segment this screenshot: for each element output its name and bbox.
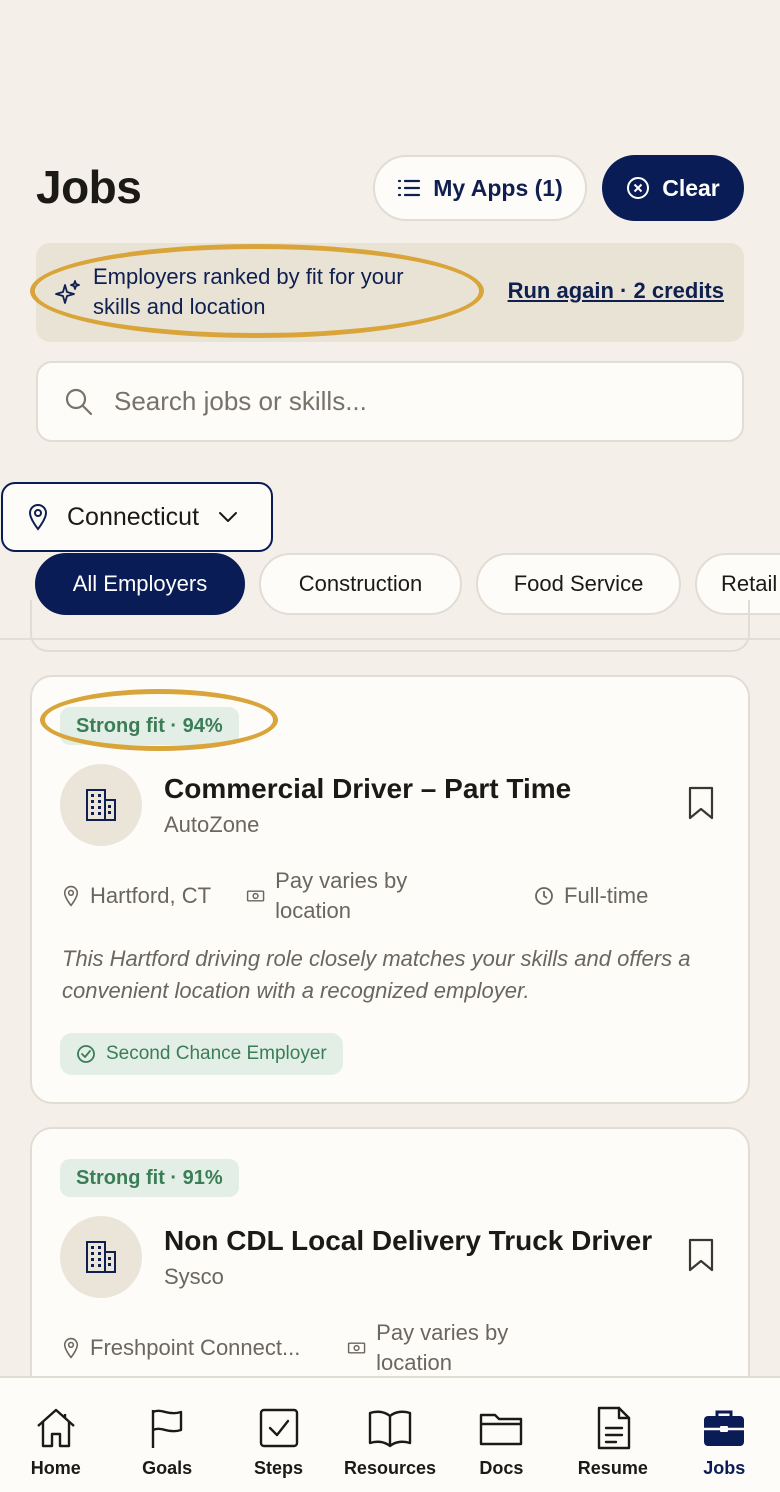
chevron-down-icon: [219, 512, 238, 522]
my-apps-button[interactable]: My Apps (1): [373, 155, 587, 221]
job-pay: Pay varies by location: [347, 1318, 547, 1378]
job-title[interactable]: Commercial Driver – Part Time: [164, 773, 571, 805]
checkbox-icon: [259, 1408, 298, 1448]
company-name: AutoZone: [164, 812, 260, 837]
previous-card-edge: [30, 600, 750, 652]
flag-icon: [151, 1409, 183, 1448]
job-pay: Pay varies by location: [246, 866, 446, 926]
nav-item-resources[interactable]: Resources: [334, 1378, 445, 1492]
ranked-banner: Employers ranked by fit for your skills …: [36, 243, 744, 342]
building-icon: [86, 1241, 116, 1273]
close-circle-icon: [627, 177, 650, 199]
building-icon: [86, 789, 116, 821]
sparkle-icon: [55, 280, 80, 304]
location-pin-icon: [63, 885, 79, 907]
location-selector[interactable]: Connecticut: [1, 482, 273, 552]
list-icon: [398, 179, 421, 197]
nav-item-steps[interactable]: Steps: [223, 1378, 334, 1492]
location-label: Connecticut: [67, 502, 200, 531]
home-icon: [36, 1408, 75, 1448]
search-icon: [65, 388, 93, 415]
job-title[interactable]: Non CDL Local Delivery Truck Driver: [164, 1225, 652, 1257]
search-box[interactable]: [36, 361, 744, 442]
briefcase-icon: [704, 1410, 745, 1446]
job-location: Hartford, CT: [62, 881, 211, 911]
clock-icon: [535, 887, 553, 905]
bottom-nav: Home Goals Steps Resources Docs Resume J…: [0, 1376, 780, 1492]
location-pin-icon: [63, 1337, 79, 1359]
employer-logo: [60, 764, 142, 846]
fit-score-badge: Strong fit · 91%: [60, 1159, 239, 1197]
job-type: Full-time: [534, 881, 648, 911]
nav-item-jobs[interactable]: Jobs: [669, 1378, 780, 1492]
location-pin-icon: [28, 504, 48, 531]
job-description: This Hartford driving role closely match…: [62, 946, 691, 1003]
bookmark-icon[interactable]: [686, 785, 716, 821]
page-title: Jobs: [36, 161, 142, 213]
clear-button[interactable]: Clear: [602, 155, 744, 221]
document-icon: [597, 1406, 631, 1450]
nav-item-home[interactable]: Home: [0, 1378, 111, 1492]
my-apps-label: My Apps (1): [433, 174, 563, 201]
run-again-link[interactable]: Run again · 2 credits: [508, 278, 724, 304]
clear-label: Clear: [662, 174, 720, 201]
job-card[interactable]: Strong fit · 94% Commercial Driver – Par…: [30, 675, 750, 1104]
second-chance-badge: Second Chance Employer: [60, 1033, 343, 1075]
fit-score-badge: Strong fit · 94%: [60, 707, 239, 745]
folder-icon: [480, 1413, 523, 1446]
money-icon: [347, 1342, 366, 1354]
search-input[interactable]: [114, 386, 674, 417]
ranked-message: Employers ranked by fit for your skills …: [93, 264, 404, 319]
nav-item-resume[interactable]: Resume: [557, 1378, 668, 1492]
bookmark-icon[interactable]: [686, 1237, 716, 1273]
book-icon: [368, 1410, 412, 1448]
money-icon: [246, 890, 265, 902]
employer-logo: [60, 1216, 142, 1298]
check-circle-icon: [77, 1045, 95, 1063]
nav-item-docs[interactable]: Docs: [446, 1378, 557, 1492]
job-location: Freshpoint Connect...: [62, 1333, 300, 1363]
company-name: Sysco: [164, 1264, 224, 1289]
nav-item-goals[interactable]: Goals: [111, 1378, 222, 1492]
